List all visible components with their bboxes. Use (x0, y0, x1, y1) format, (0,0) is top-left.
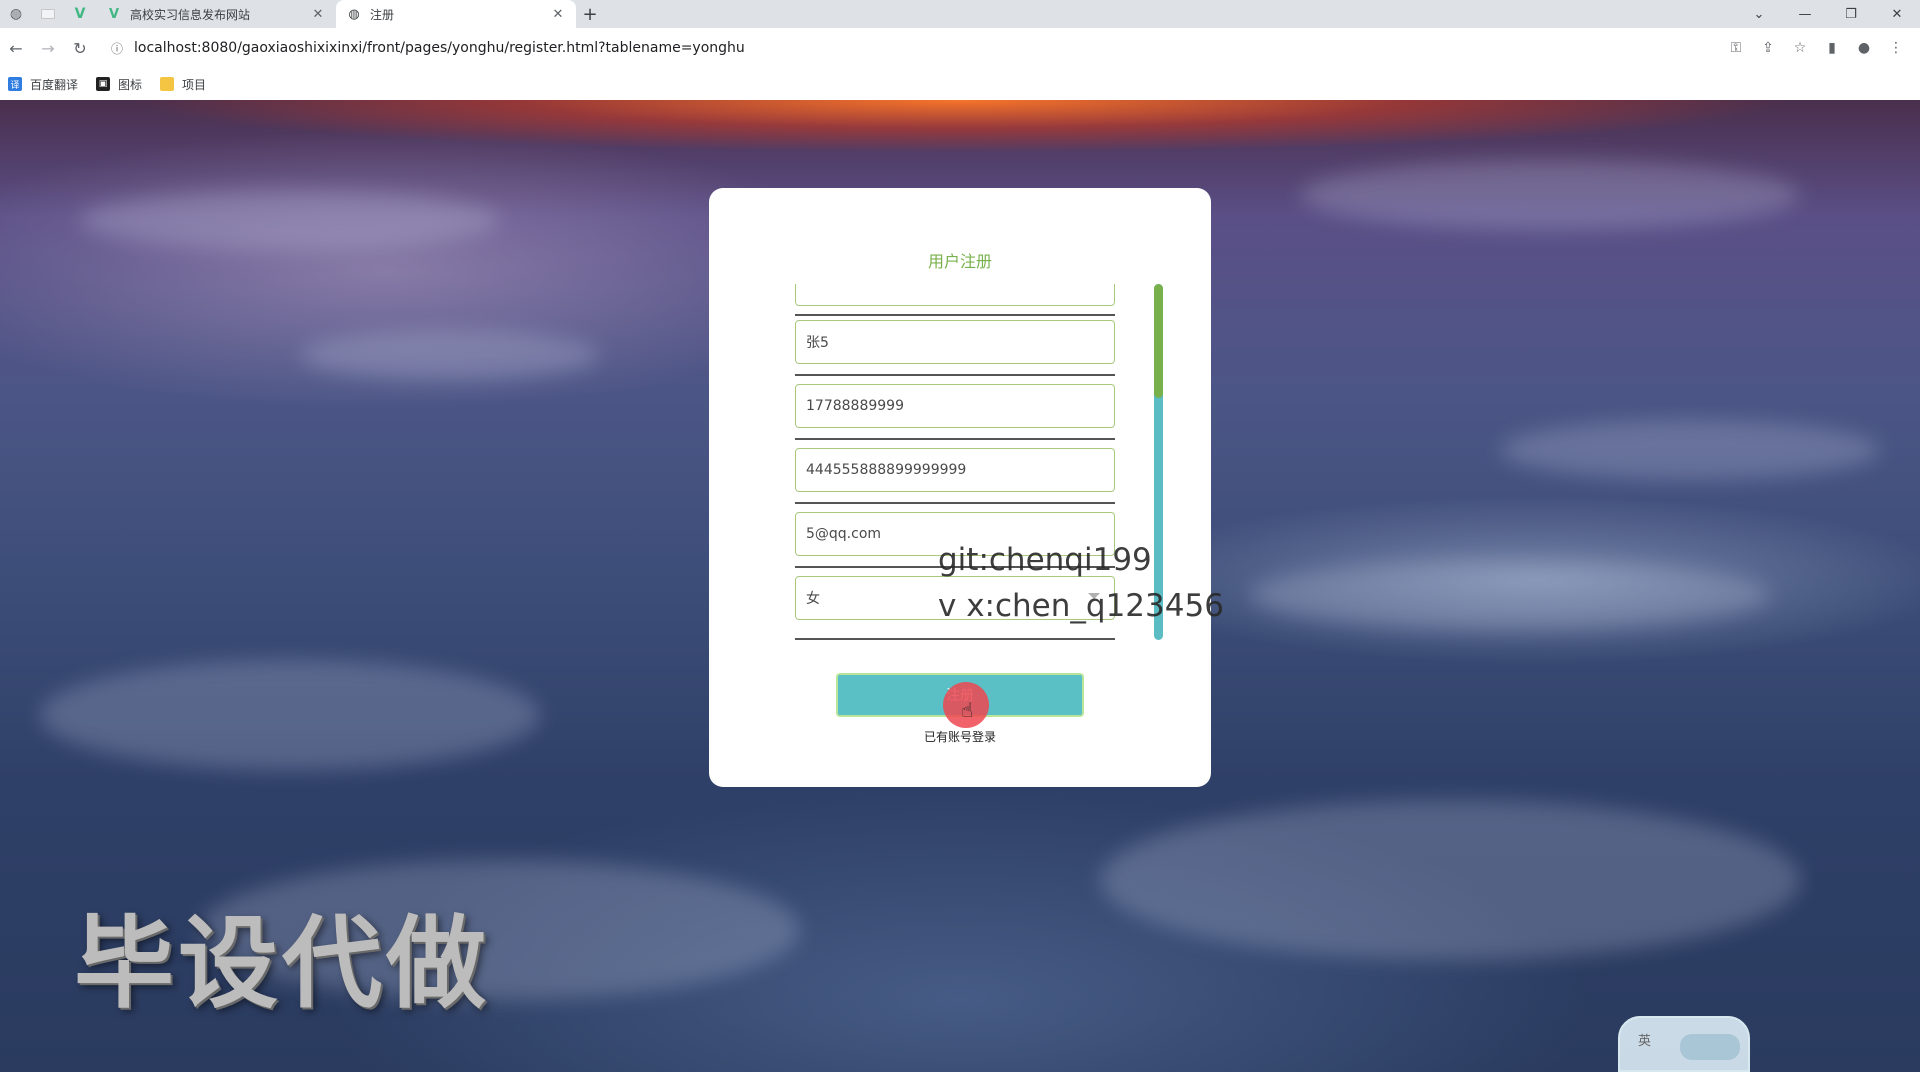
login-link[interactable]: 已有账号登录 (709, 728, 1211, 745)
window-controls: ⌄ — ❐ ✕ (1736, 0, 1920, 28)
globe-icon: ◍ (348, 6, 360, 22)
bookmarks-bar: 译 百度翻译 ▣ 图标 项目 (0, 68, 1920, 100)
tab-search-icon[interactable]: ⌄ (1736, 7, 1782, 22)
phone-field[interactable]: 17788889999 (795, 384, 1115, 428)
bookmark-label: 百度翻译 (30, 77, 79, 92)
bookmark-icons[interactable]: ▣ 图标 (96, 76, 142, 93)
tab-title: 注册 (370, 7, 395, 22)
form-scrollbar[interactable] (1154, 284, 1163, 640)
pinned-tab-vue[interactable]: V (64, 0, 96, 28)
cloud-decoration (1500, 420, 1880, 480)
bookmark-label: 图标 (118, 77, 143, 92)
tab-internship-site[interactable]: V 高校实习信息发布网站 ✕ (96, 0, 336, 28)
close-tab-icon[interactable]: ✕ (550, 7, 566, 22)
bookmark-label: 项目 (182, 77, 207, 92)
page-title: 用户注册 (927, 252, 992, 271)
id-number-field[interactable]: 444555888899999999 (795, 448, 1115, 492)
back-button[interactable]: ← (0, 32, 32, 64)
arrow-left-icon: ← (9, 38, 23, 58)
cloud-decoration (40, 660, 540, 770)
tab-register[interactable]: ◍ 注册 ✕ (336, 0, 576, 28)
pinned-tab-blank[interactable] (32, 0, 64, 28)
tab-title: 高校实习信息发布网站 (130, 7, 251, 22)
bookmark-baidu-translate[interactable]: 译 百度翻译 (8, 76, 78, 93)
toolbar-actions: ⚿ ⇪ ☆ ▮ ● ⋮ (1720, 32, 1912, 64)
reload-button[interactable]: ↻ (64, 32, 96, 64)
navigation-bar: ← → ↻ ⓘ localhost:8080/gaoxiaoshixixinxi… (0, 28, 1920, 68)
register-form: 张5 17788889999 444555888899999999 5@qq.c… (795, 284, 1117, 640)
reload-icon: ↻ (73, 38, 87, 58)
field-underline (795, 502, 1115, 504)
cloud-decoration (1100, 800, 1800, 960)
email-value: 5@qq.com (806, 526, 882, 542)
name-value: 张5 (806, 335, 829, 351)
arrow-right-icon: → (41, 38, 55, 58)
field-underline (795, 438, 1115, 440)
close-window-icon[interactable]: ✕ (1874, 7, 1920, 22)
star-icon[interactable]: ☆ (1784, 32, 1816, 64)
menu-icon[interactable]: ⋮ (1880, 32, 1912, 64)
blank-page-icon (41, 9, 55, 19)
cloud-decoration (80, 190, 500, 250)
side-panel-icon[interactable]: ▮ (1816, 32, 1848, 64)
translate-icon: 译 (8, 77, 22, 91)
address-bar[interactable]: ⓘ localhost:8080/gaoxiaoshixixinxi/front… (108, 34, 1748, 62)
close-tab-icon[interactable]: ✕ (310, 7, 326, 22)
scrollbar-thumb[interactable] (1154, 284, 1163, 398)
field-underline (795, 638, 1115, 640)
ime-decoration (1680, 1034, 1740, 1060)
field-underline (795, 314, 1115, 316)
watermark-wechat: v x:chen_q123456 (938, 588, 1224, 624)
forward-button[interactable]: → (32, 32, 64, 64)
name-field[interactable]: 张5 (795, 320, 1115, 364)
profile-icon[interactable]: ● (1848, 32, 1880, 64)
new-tab-button[interactable]: + (576, 0, 604, 28)
partial-field[interactable] (795, 284, 1115, 306)
url-text[interactable]: localhost:8080/gaoxiaoshixixinxi/front/p… (134, 40, 745, 56)
hand-cursor-icon: ☝ (961, 698, 974, 722)
folder-icon (160, 77, 175, 91)
minimize-icon[interactable]: — (1782, 7, 1828, 22)
field-underline (795, 374, 1115, 376)
bookmark-project[interactable]: 项目 (160, 76, 206, 93)
image-icon: ▣ (96, 77, 111, 91)
phone-value: 17788889999 (806, 398, 904, 414)
restore-icon[interactable]: ❐ (1828, 7, 1874, 22)
vue-logo-icon: V (108, 6, 120, 22)
tab-strip: ◍ V V 高校实习信息发布网站 ✕ ◍ 注册 ✕ + ⌄ — ❐ ✕ (0, 0, 1920, 28)
info-icon[interactable]: ⓘ (108, 40, 126, 57)
ime-indicator[interactable]: 英 (1618, 1016, 1750, 1072)
watermark-git: git:chenqi199 (938, 542, 1152, 578)
cloud-decoration (1300, 160, 1800, 230)
id-number-value: 444555888899999999 (806, 462, 967, 478)
gender-value: 女 (806, 591, 820, 607)
ime-language: 英 (1638, 1034, 1652, 1049)
vue-logo-icon: V (74, 6, 86, 22)
globe-icon: ◍ (9, 6, 23, 22)
key-icon[interactable]: ⚿ (1720, 32, 1752, 64)
pinned-tab-globe[interactable]: ◍ (0, 0, 32, 28)
share-icon[interactable]: ⇪ (1752, 32, 1784, 64)
cloud-decoration (300, 330, 600, 380)
watermark-big: 毕设代做 (74, 905, 490, 1022)
cloud-decoration (1250, 560, 1770, 630)
